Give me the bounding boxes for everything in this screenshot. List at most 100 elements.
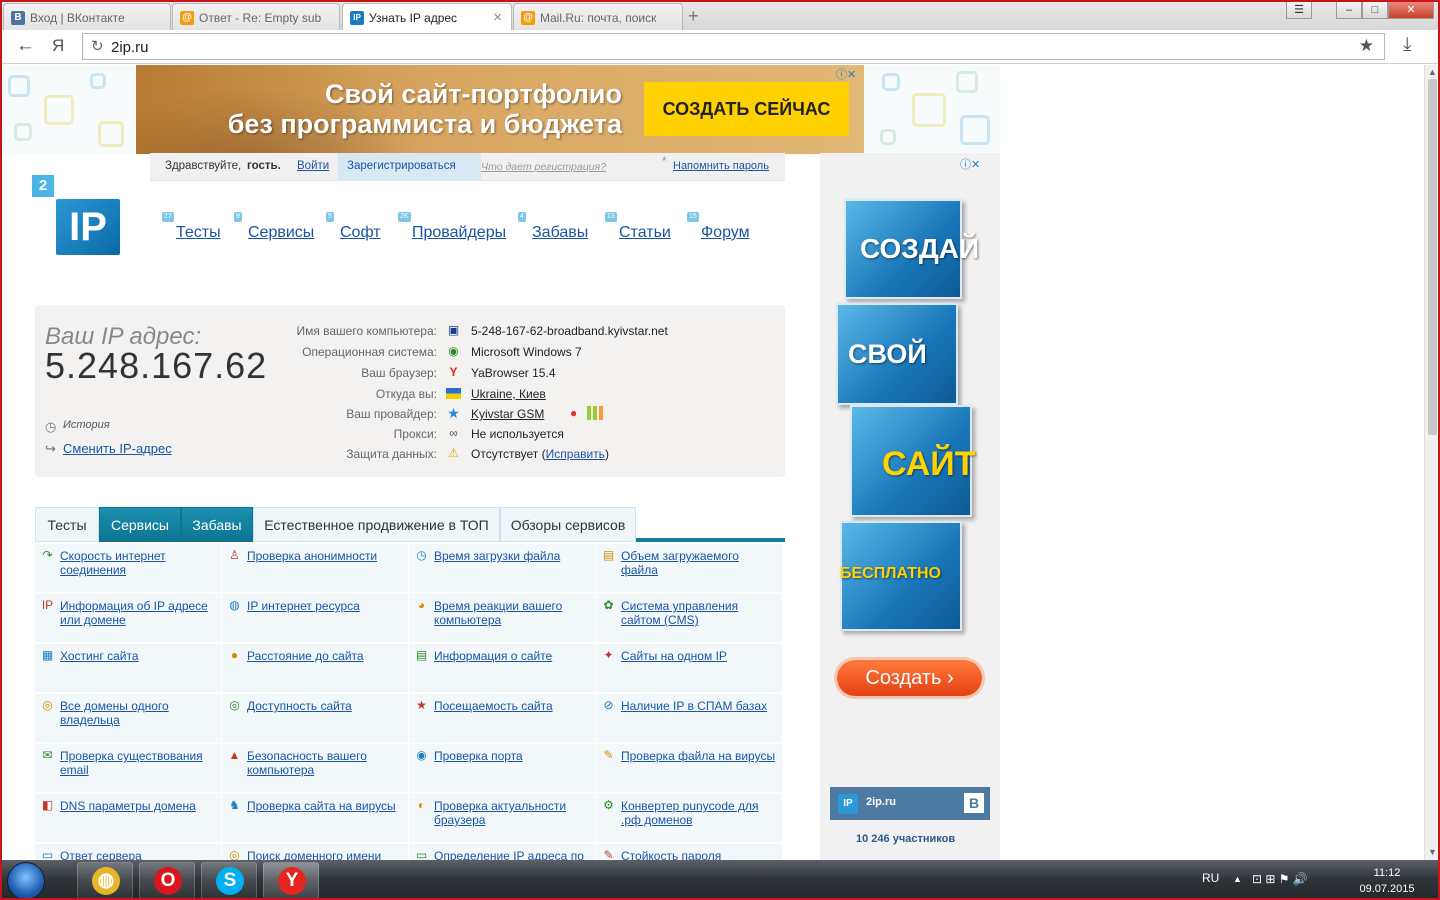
tray-icons[interactable]: ⊡ ⊞ ⚑ 🔊 xyxy=(1252,872,1308,886)
service-link[interactable]: Информация об IP адресе или домене xyxy=(60,599,217,627)
service-cell: ▭ Ответ сервера xyxy=(35,844,221,860)
service-link[interactable]: Наличие IP в СПАМ базах xyxy=(621,699,778,713)
close-tab-icon[interactable]: × xyxy=(493,9,502,26)
service-link[interactable]: Доступность сайта xyxy=(247,699,404,713)
scroll-down-icon[interactable]: ▼ xyxy=(1428,847,1437,857)
provider-link[interactable]: Kyivstar GSM xyxy=(471,407,544,421)
service-link[interactable]: Ответ сервера xyxy=(60,849,217,860)
scroll-thumb[interactable] xyxy=(1428,79,1437,435)
menu-icon[interactable]: ☰ xyxy=(1286,1,1312,19)
kyivstar-star-icon: ★ xyxy=(447,405,460,421)
opera-taskbar-icon[interactable]: O xyxy=(139,862,195,899)
url-text[interactable]: 2ip.ru xyxy=(111,39,149,56)
top-ad-banner[interactable]: Свой сайт-портфолио без программиста и б… xyxy=(136,65,864,154)
service-link[interactable]: Сайты на одном IP xyxy=(621,649,778,663)
service-link[interactable]: Все домены одного владельца xyxy=(60,699,217,727)
scroll-up-icon[interactable]: ▲ xyxy=(1428,67,1437,77)
service-link[interactable]: Время загрузки файла xyxy=(434,549,591,563)
service-link[interactable]: Посещаемость сайта xyxy=(434,699,591,713)
registration-benefits-link[interactable]: Что дает регистрация? xyxy=(481,161,606,173)
register-link[interactable]: Зарегистрироваться xyxy=(347,160,456,172)
close-window-icon[interactable]: ✕ xyxy=(1388,1,1434,19)
nav-providers[interactable]: 2K Провайдеры xyxy=(398,212,507,242)
nav-articles[interactable]: 13 Статьи xyxy=(605,212,671,242)
nav-label: Провайдеры xyxy=(412,224,507,241)
service-link[interactable]: Проверка сайта на вирусы xyxy=(247,799,404,813)
service-link[interactable]: Время реакции вашего компьютера xyxy=(434,599,591,627)
service-icon: ◎ xyxy=(42,698,53,712)
service-link[interactable]: Скорость интернет соединения xyxy=(60,549,217,577)
download-icon[interactable]: ⤓ xyxy=(1403,34,1411,56)
service-cell: ◷ Время загрузки файла xyxy=(409,544,595,592)
nav-fun[interactable]: 4 Забавы xyxy=(518,212,589,242)
tab-services[interactable]: Сервисы xyxy=(99,507,181,542)
service-link[interactable]: Расстояние до сайта xyxy=(247,649,404,663)
vk-widget[interactable]: IP 2ip.ru B xyxy=(830,787,990,820)
tab-tests[interactable]: Тесты xyxy=(35,507,99,542)
service-link[interactable]: Поиск доменного имени xyxy=(247,849,404,860)
service-link[interactable]: DNS параметры домена xyxy=(60,799,217,813)
tab-seo[interactable]: Естественное продвижение в ТОП xyxy=(253,507,500,542)
chrome-taskbar-icon[interactable]: ◍ xyxy=(77,862,133,899)
tab-fun[interactable]: Забавы xyxy=(181,507,253,542)
back-arrow-icon[interactable]: ← xyxy=(16,35,35,57)
service-icon: ◎ xyxy=(229,848,240,860)
reload-icon[interactable]: ↻ xyxy=(91,37,104,55)
service-link[interactable]: Проверка анонимности xyxy=(247,549,404,563)
minimize-icon[interactable]: – xyxy=(1336,1,1362,19)
ad-info-close-icon[interactable]: ⓘ✕ xyxy=(960,156,980,172)
start-button-icon[interactable] xyxy=(7,862,45,900)
nav-tests[interactable]: 27 Тесты xyxy=(162,212,221,242)
maximize-icon[interactable]: □ xyxy=(1362,1,1388,19)
service-link[interactable]: Хостинг сайта xyxy=(60,649,217,663)
service-link[interactable]: Проверка порта xyxy=(434,749,591,763)
new-tab-icon[interactable]: + xyxy=(688,6,699,27)
protection-status: Отсутствует ( xyxy=(471,447,546,461)
service-link[interactable]: Конвертер punycode для .рф доменов xyxy=(621,799,778,827)
service-link[interactable]: Стойкость пароля xyxy=(621,849,778,860)
create-button[interactable]: Создать › xyxy=(837,660,982,696)
service-link[interactable]: Объем загружаемого файла xyxy=(621,549,778,577)
page-viewport: Свой сайт-портфолио без программиста и б… xyxy=(0,65,1424,860)
tab-2ip[interactable]: IP Узнать IP адрес × xyxy=(342,3,512,31)
change-ip-link[interactable]: Сменить IP-адрес xyxy=(63,441,172,456)
tab-mailru[interactable]: @ Mail.Ru: почта, поиск xyxy=(513,3,683,30)
service-link[interactable]: Проверка актуальности браузера xyxy=(434,799,591,827)
service-link[interactable]: Определение IP адреса по xyxy=(434,849,591,860)
service-link[interactable]: IP интернет ресурса xyxy=(247,599,404,613)
address-bar[interactable]: ↻ 2ip.ru ★ xyxy=(82,33,1385,60)
nav-services[interactable]: 9 Сервисы xyxy=(234,212,314,242)
service-link[interactable]: Безопасность вашего компьютера xyxy=(247,749,404,777)
fix-link[interactable]: Исправить xyxy=(546,447,605,461)
app-glyph: O xyxy=(154,867,182,895)
service-link[interactable]: Проверка файла на вирусы xyxy=(621,749,778,763)
skype-taskbar-icon[interactable]: S xyxy=(201,862,257,899)
nav-label: Форум xyxy=(701,224,750,241)
language-indicator[interactable]: RU xyxy=(1202,871,1219,885)
tab-reply[interactable]: @ Ответ - Re: Empty sub xyxy=(172,3,340,30)
nav-label: Забавы xyxy=(532,224,589,241)
login-link[interactable]: Войти xyxy=(297,160,329,172)
service-link[interactable]: Проверка существования email xyxy=(60,749,217,777)
ad-info-close-icon[interactable]: ⓘ✕ xyxy=(836,66,856,82)
tab-vkontakte[interactable]: В Вход | ВКонтакте xyxy=(3,3,171,30)
yandex-browser-taskbar-icon[interactable]: Y xyxy=(263,862,319,899)
location-link[interactable]: Ukraine, Киев xyxy=(471,387,546,401)
history-link[interactable]: История xyxy=(63,419,110,431)
service-link[interactable]: Информация о сайте xyxy=(434,649,591,663)
create-now-button[interactable]: СОЗДАТЬ СЕЙЧАС xyxy=(644,82,849,136)
service-link[interactable]: Система управления сайтом (CMS) xyxy=(621,599,778,627)
remind-password-link[interactable]: Напомнить пароль xyxy=(673,160,769,172)
nav-soft[interactable]: 5 Софт xyxy=(326,212,381,242)
scrollbar[interactable]: ▲ ▼ xyxy=(1424,65,1440,860)
side-ad[interactable]: ⓘ✕ СОЗДАЙ СВОЙ САЙТ БЕСПЛАТНО Создать › … xyxy=(820,153,1000,860)
yandex-icon[interactable]: Я xyxy=(52,36,64,56)
nav-forum[interactable]: 15 Форум xyxy=(687,212,750,242)
tab-reviews[interactable]: Обзоры сервисов xyxy=(500,507,636,542)
service-cell: ◉ Проверка порта xyxy=(409,744,595,792)
yandex-browser-icon: Y xyxy=(449,365,458,379)
site-logo[interactable]: IP xyxy=(56,199,120,255)
clock[interactable]: 11:12 09.07.2015 xyxy=(1355,865,1419,897)
bookmark-star-icon[interactable]: ★ xyxy=(1359,36,1374,56)
tray-expand-icon[interactable]: ▲ xyxy=(1233,874,1242,884)
